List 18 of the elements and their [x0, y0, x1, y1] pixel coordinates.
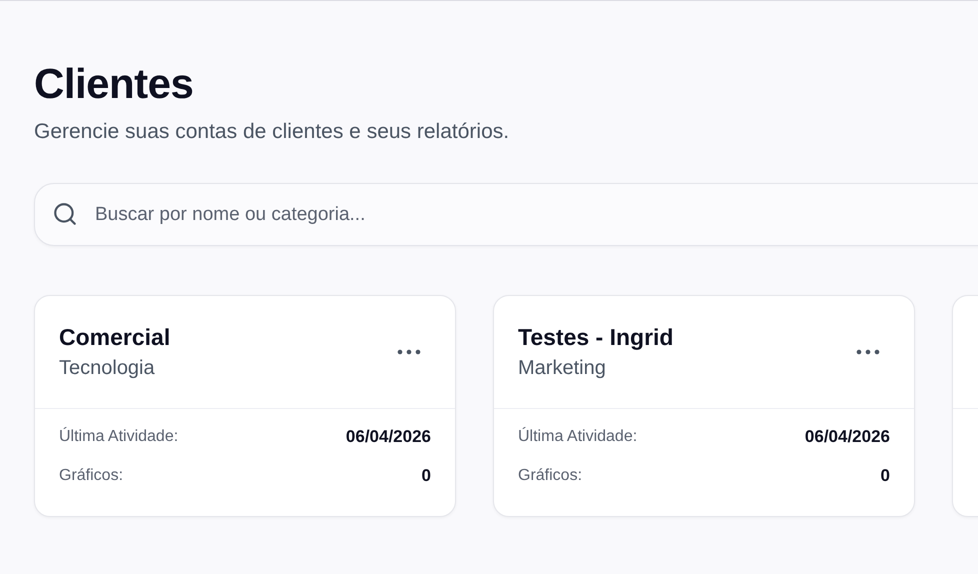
page-title: Clientes [34, 59, 194, 109]
stat-label: Última Atividade: [59, 428, 178, 446]
stat-label: Gráficos: [518, 467, 582, 485]
stat-label: Última Atividade: [518, 428, 638, 446]
stat-value: 06/04/2026 [346, 427, 431, 447]
client-card[interactable]: Testes - Ingrid Marketing Última Atividade: 06/04/2026 Gráficos: 0 [493, 295, 915, 517]
client-name: Comercial [59, 324, 170, 351]
client-name: Testes - Ingrid [518, 324, 674, 351]
client-category: Marketing [518, 357, 607, 380]
stat-value: 0 [422, 466, 431, 486]
search-icon [52, 201, 78, 227]
stat-value: 06/04/2026 [804, 427, 890, 447]
search-field[interactable]: Buscar por nome ou categoria... [34, 183, 978, 246]
page-subtitle: Gerencie suas contas de clientes e seus relatórios. [34, 119, 510, 145]
stat-label: Gráficos: [59, 467, 124, 485]
client-card[interactable]: Comercial Tecnologia Última Atividade: 06/04/2026 Gráficos: 0 [34, 295, 456, 517]
client-category: Tecnologia [59, 357, 156, 380]
stat-value: 0 [880, 466, 890, 486]
